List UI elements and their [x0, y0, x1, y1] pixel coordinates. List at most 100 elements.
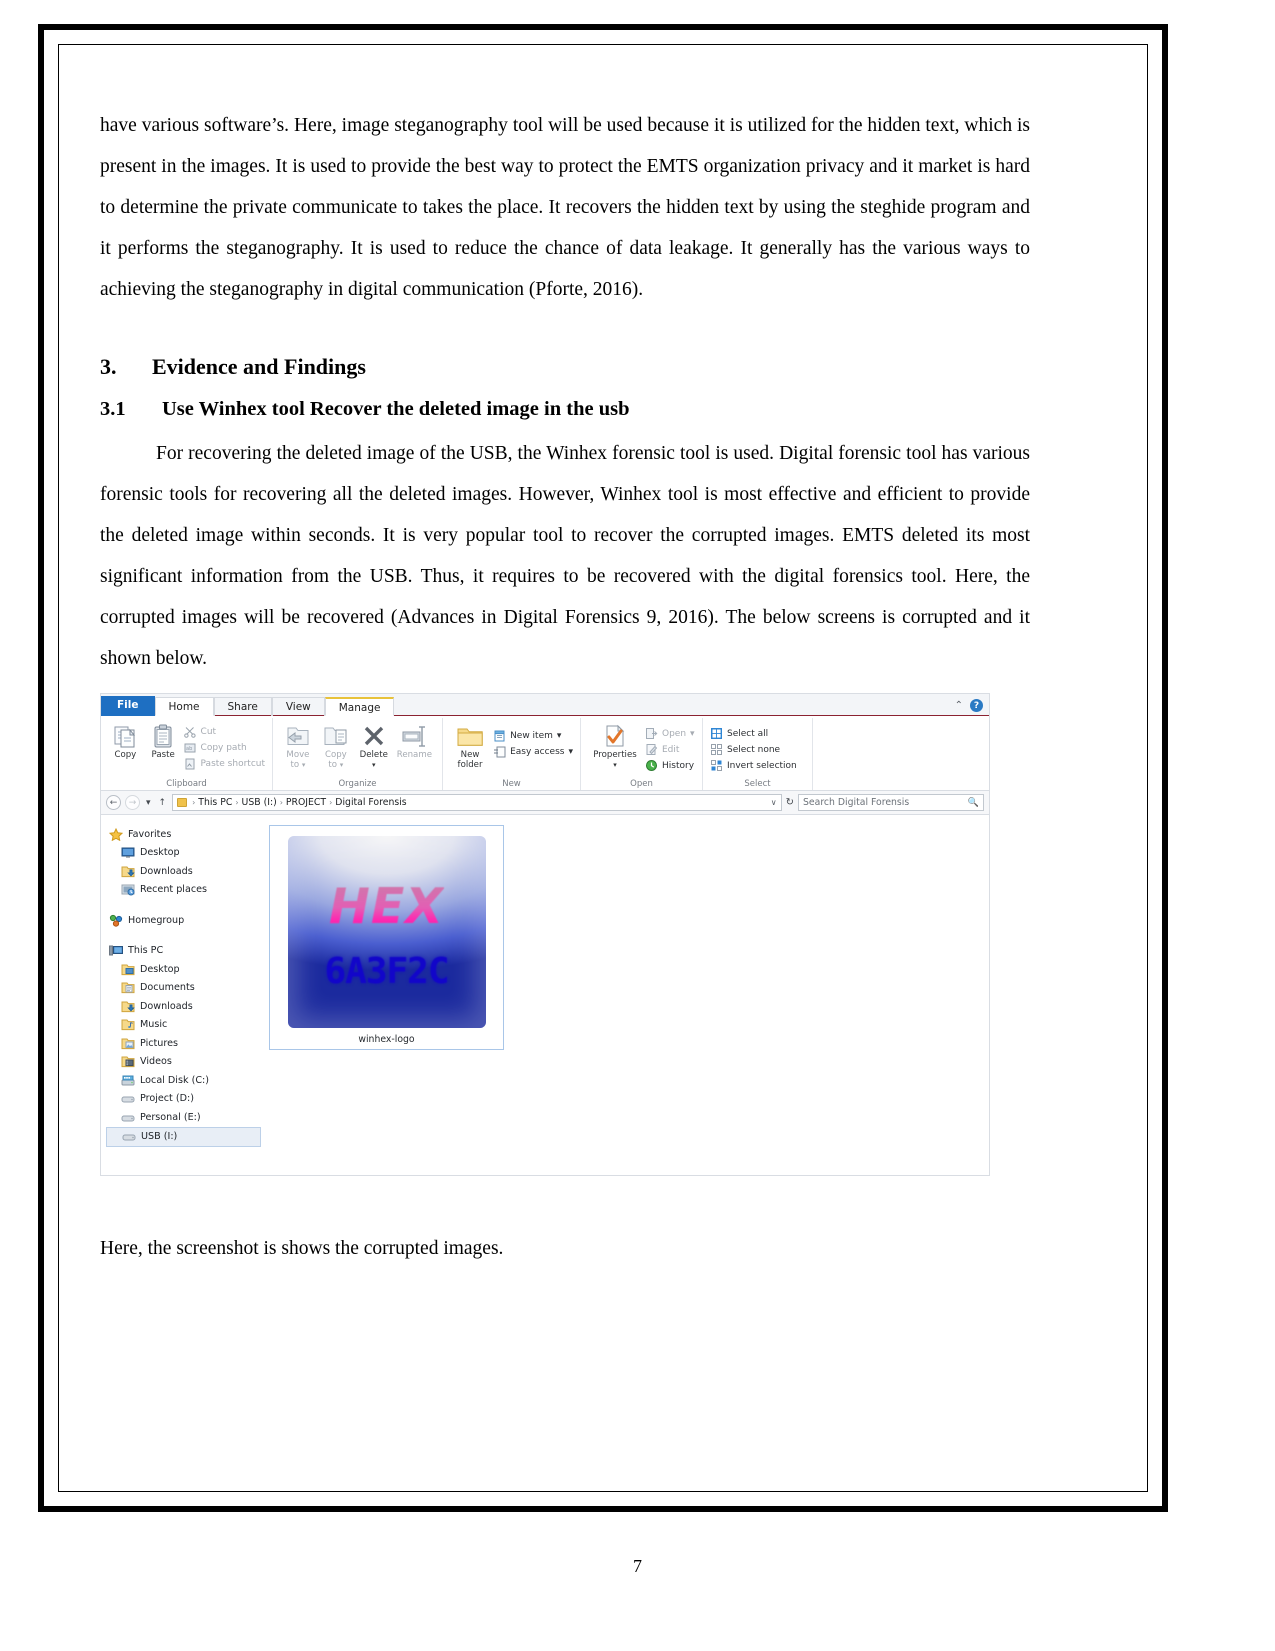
navigation-pane: Favorites Desktop Downloads Recent place… — [101, 815, 261, 1175]
paste-shortcut-icon — [184, 757, 197, 770]
nav-item-label: Videos — [140, 1056, 172, 1068]
invert-selection-icon — [710, 759, 723, 772]
star-icon — [108, 827, 124, 841]
nav-item-videos[interactable]: Videos — [107, 1053, 261, 1072]
heading-evidence-and-findings: 3. Evidence and Findings — [100, 354, 1030, 380]
nav-item-music[interactable]: Music — [107, 1016, 261, 1035]
nav-item-label: Downloads — [140, 865, 193, 877]
history-button-label: History — [662, 760, 695, 771]
ribbon-group-new: New folder New item ▾ Easy access ▾ New — [443, 718, 581, 790]
this-pc-icon — [109, 944, 123, 957]
search-input[interactable]: Search Digital Forensis — [803, 797, 909, 808]
nav-item-usb-i[interactable]: USB (I:) — [106, 1126, 261, 1147]
easy-access-icon — [493, 745, 506, 758]
chevron-down-icon: ▾ — [556, 730, 562, 741]
new-item-button[interactable]: New item ▾ — [493, 729, 573, 742]
paste-button-label: Paste — [151, 750, 175, 760]
edit-button[interactable]: Edit — [645, 743, 695, 756]
winhex-logo-thumbnail: HEX 6A3F2C — [287, 836, 486, 1028]
breadcrumb-project[interactable]: PROJECT — [286, 797, 326, 808]
nav-item-documents[interactable]: Documents — [107, 979, 261, 998]
tab-share[interactable]: Share — [213, 697, 272, 716]
help-icon[interactable]: ? — [970, 699, 983, 712]
tab-view[interactable]: View — [271, 697, 325, 716]
tab-manage[interactable]: Manage — [324, 697, 395, 716]
select-none-button[interactable]: Select none — [710, 743, 797, 756]
up-button[interactable]: ↑ — [157, 798, 169, 808]
select-none-button-label: Select none — [727, 744, 781, 755]
breadcrumb-usb[interactable]: USB (I:) — [242, 797, 277, 808]
edit-button-label: Edit — [662, 744, 680, 755]
select-all-button[interactable]: Select all — [710, 727, 797, 740]
nav-item-personal-e[interactable]: Personal (E:) — [107, 1108, 261, 1127]
nav-item-label: Recent places — [140, 884, 208, 896]
nav-item-label: Personal (E:) — [140, 1111, 201, 1123]
documents-icon — [121, 981, 135, 994]
invert-selection-button[interactable]: Invert selection — [710, 759, 797, 772]
nav-section-spacer — [107, 930, 261, 942]
ribbon-group-label-select: Select — [744, 779, 771, 789]
select-all-icon — [710, 727, 723, 740]
nav-item-this-pc[interactable]: This PC — [107, 942, 261, 961]
history-button[interactable]: History — [645, 759, 695, 772]
nav-item-label: Homegroup — [128, 914, 185, 926]
easy-access-button-label: Easy access — [510, 746, 565, 757]
cut-button-label: Cut — [200, 726, 217, 737]
invert-selection-button-label: Invert selection — [727, 760, 797, 771]
nav-item-label: Downloads — [140, 1000, 193, 1012]
refresh-button[interactable]: ↻ — [786, 797, 794, 808]
nav-item-label: Desktop — [140, 847, 180, 859]
cut-button[interactable]: Cut — [184, 725, 265, 738]
breadcrumb-bar[interactable]: › This PC › USB (I:) › PROJECT › Digital… — [172, 794, 782, 811]
open-button[interactable]: Open ▾ — [645, 727, 695, 740]
nav-item-homegroup[interactable]: Homegroup — [107, 911, 261, 930]
nav-item-pictures[interactable]: Pictures — [107, 1034, 261, 1053]
ribbon-group-open: Properties ▾ Open ▾ Edit History Open — [581, 718, 703, 790]
back-button[interactable]: ← — [106, 795, 121, 810]
new-folder-button-label: New folder — [457, 750, 483, 770]
copy-button-label: Copy — [114, 750, 137, 760]
explorer-address-bar: ← → ▾ ↑ › This PC › USB (I:) › PROJECT ›… — [101, 791, 989, 815]
nav-item-label: Pictures — [140, 1037, 178, 1049]
chevron-up-icon[interactable]: ⌃ — [955, 700, 963, 711]
folder-icon — [177, 798, 188, 807]
nav-item-desktop[interactable]: Desktop — [107, 844, 261, 863]
nav-item-pc-desktop[interactable]: Desktop — [107, 960, 261, 979]
file-list-area[interactable]: HEX 6A3F2C winhex-logo — [261, 815, 989, 1175]
nav-item-local-disk-c[interactable]: Local Disk (C:) — [107, 1071, 261, 1090]
chevron-down-icon: ▾ — [568, 746, 573, 757]
nav-item-recent-places[interactable]: Recent places — [107, 881, 261, 900]
easy-access-button[interactable]: Easy access ▾ — [493, 745, 573, 758]
search-box[interactable]: Search Digital Forensis 🔍 — [798, 794, 984, 811]
file-item-label: winhex-logo — [358, 1034, 415, 1045]
breadcrumb-separator: › — [279, 798, 283, 807]
tab-home[interactable]: Home — [154, 697, 214, 716]
tab-file[interactable]: File — [101, 696, 155, 716]
thumbnail-hex-text: HEX — [328, 878, 445, 935]
copy-path-icon: ab — [184, 741, 197, 754]
nav-item-pc-downloads[interactable]: Downloads — [107, 997, 261, 1016]
subheading-title: Use Winhex tool Recover the deleted imag… — [162, 398, 630, 420]
ribbon-group-label-clipboard: Clipboard — [166, 779, 207, 789]
nav-item-label: Music — [140, 1019, 168, 1031]
nav-item-favorites[interactable]: Favorites — [107, 825, 261, 844]
breadcrumb-digital-forensis[interactable]: Digital Forensis — [335, 797, 406, 808]
nav-item-project-d[interactable]: Project (D:) — [107, 1090, 261, 1109]
recent-locations-button[interactable]: ▾ — [144, 798, 153, 808]
page-number: 7 — [633, 1556, 642, 1576]
drive-icon — [121, 1111, 135, 1124]
rename-button-label: Rename — [396, 750, 432, 760]
breadcrumb-this-pc[interactable]: This PC — [198, 797, 232, 808]
copy-to-button-label: Copy to ▾ — [324, 750, 347, 770]
nav-item-downloads[interactable]: Downloads — [107, 862, 261, 881]
forward-button[interactable]: → — [125, 795, 140, 810]
drive-icon — [121, 1092, 135, 1105]
file-item-winhex-logo[interactable]: HEX 6A3F2C winhex-logo — [269, 825, 504, 1050]
breadcrumb-separator: › — [235, 798, 239, 807]
address-dropdown-icon[interactable]: ∨ — [771, 798, 777, 807]
copy-icon — [112, 723, 138, 749]
paste-shortcut-button[interactable]: Paste shortcut — [184, 757, 265, 770]
ribbon-group-label-open: Open — [630, 779, 653, 789]
explorer-main-pane: Favorites Desktop Downloads Recent place… — [101, 815, 989, 1175]
copy-path-button[interactable]: ab Copy path — [184, 741, 265, 754]
